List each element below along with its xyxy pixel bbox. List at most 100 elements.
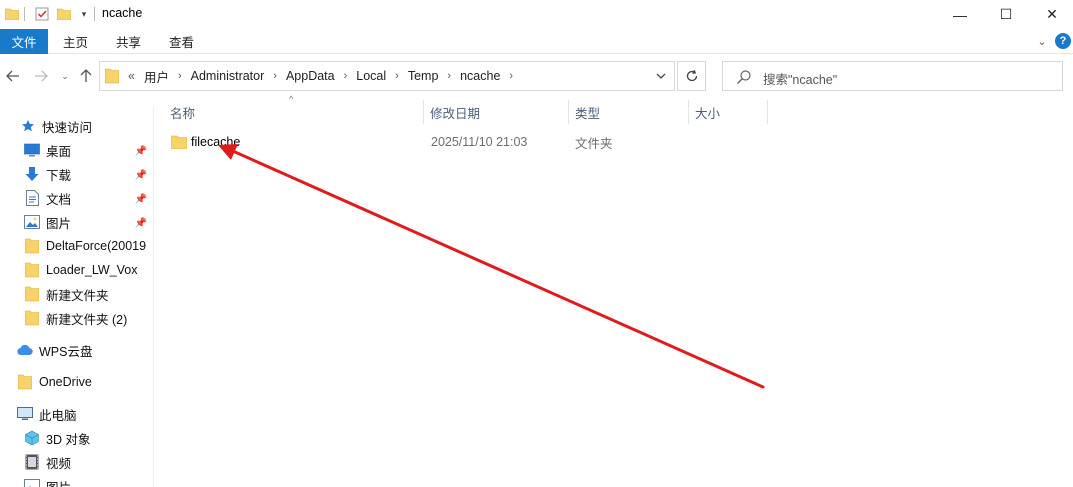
breadcrumb-item-administrator[interactable]: Administrator xyxy=(191,69,265,83)
folder-icon xyxy=(171,131,187,153)
back-arrow-icon[interactable] xyxy=(4,66,22,86)
nav-label: 图片 xyxy=(46,477,71,487)
breadcrumb-item-local[interactable]: Local xyxy=(356,69,386,83)
folder-icon xyxy=(24,310,40,326)
pin-icon[interactable]: 📌 xyxy=(135,145,147,157)
nav-item-new-folder[interactable]: 新建文件夹 xyxy=(0,283,152,305)
nav-label: WPS云盘 xyxy=(39,344,93,359)
chevron-right-icon[interactable]: › xyxy=(447,70,451,82)
chevron-right-icon[interactable]: › xyxy=(273,70,277,82)
nav-wps-cloud[interactable]: WPS云盘 xyxy=(0,339,152,361)
nav-label: 文档 xyxy=(46,192,72,207)
folder-icon xyxy=(17,374,33,390)
file-type: 文件夹 xyxy=(575,136,613,151)
ribbon-tabs: 文件 主页 共享 查看 ⌄ ? xyxy=(0,29,1073,54)
breadcrumb-item-ncache[interactable]: ncache xyxy=(460,69,500,83)
nav-item-pictures[interactable]: 图片 xyxy=(0,211,152,233)
minimize-button[interactable]: — xyxy=(937,0,983,29)
folder-icon xyxy=(24,262,40,278)
tab-share[interactable]: 共享 xyxy=(116,29,141,54)
refresh-icon xyxy=(686,69,697,82)
nav-label: 桌面 xyxy=(46,144,72,159)
computer-icon xyxy=(17,406,33,422)
forward-arrow-icon[interactable] xyxy=(32,66,50,86)
file-name[interactable]: filecache xyxy=(191,131,240,153)
title-separator xyxy=(24,7,25,21)
nav-this-pc[interactable]: 此电脑 xyxy=(0,403,152,425)
column-header-size[interactable]: 大小 xyxy=(689,98,767,126)
nav-item-downloads[interactable]: 下载 xyxy=(0,163,152,185)
cloud-icon xyxy=(17,342,33,358)
search-input[interactable]: 搜索"ncache" xyxy=(763,69,837,88)
nav-item-documents[interactable]: 文档 xyxy=(0,187,152,209)
pin-icon[interactable]: 📌 xyxy=(135,193,147,205)
tab-home[interactable]: 主页 xyxy=(63,29,88,54)
download-icon xyxy=(24,166,40,182)
star-icon xyxy=(20,118,36,134)
nav-onedrive[interactable]: OneDrive xyxy=(0,371,152,393)
nav-label: 快速访问 xyxy=(42,120,93,135)
address-bar[interactable]: « 用户 › Administrator › AppData › Local ›… xyxy=(99,61,675,91)
nav-item-loader-lw-vox[interactable]: Loader_LW_Vox xyxy=(0,259,152,281)
nav-quick-access[interactable]: 快速访问 xyxy=(0,115,152,137)
nav-label: 新建文件夹 (2) xyxy=(46,312,128,327)
close-button[interactable]: ✕ xyxy=(1029,0,1073,29)
video-icon xyxy=(24,454,40,470)
up-arrow-icon[interactable] xyxy=(77,66,95,86)
maximize-button[interactable]: ☐ xyxy=(983,0,1029,29)
window-title: ncache xyxy=(102,6,143,20)
pin-icon[interactable]: 📌 xyxy=(135,169,147,181)
document-icon xyxy=(24,190,40,206)
folder-icon xyxy=(24,286,40,302)
navigation-pane: 快速访问 桌面 📌 下载 📌 文档 📌 图片 📌 DeltaForce(2001… xyxy=(0,106,154,487)
column-header-type[interactable]: 类型 xyxy=(569,98,688,126)
3d-objects-icon xyxy=(24,430,40,446)
nav-label: DeltaForce(20019 xyxy=(46,239,147,253)
help-icon[interactable]: ? xyxy=(1055,33,1071,49)
nav-item-deltaforce[interactable]: DeltaForce(20019 xyxy=(0,235,152,257)
chevron-right-icon[interactable]: › xyxy=(344,70,348,82)
nav-label: 此电脑 xyxy=(39,408,77,423)
chevron-down-icon[interactable]: ⌄ xyxy=(1034,33,1050,49)
nav-label: 新建文件夹 xyxy=(46,288,109,303)
address-dropdown-icon[interactable] xyxy=(654,68,668,84)
breadcrumb-item-temp[interactable]: Temp xyxy=(408,69,439,83)
nav-label: 图片 xyxy=(46,216,72,231)
breadcrumb: « 用户 › Administrator › AppData › Local ›… xyxy=(104,62,522,90)
properties-icon[interactable] xyxy=(34,6,50,22)
chevron-right-icon[interactable]: › xyxy=(395,70,399,82)
nav-label: 3D 对象 xyxy=(46,432,91,447)
breadcrumb-item-users[interactable]: 用户 xyxy=(144,67,169,86)
refresh-button[interactable] xyxy=(677,61,706,91)
folder-icon xyxy=(24,238,40,254)
search-box[interactable]: 搜索"ncache" xyxy=(722,61,1063,91)
picture-icon xyxy=(24,478,40,487)
nav-item-3d-objects[interactable]: 3D 对象 xyxy=(0,427,152,449)
chevron-right-icon[interactable]: › xyxy=(178,70,182,82)
breadcrumb-item-appdata[interactable]: AppData xyxy=(286,69,335,83)
nav-label: 视频 xyxy=(46,456,72,471)
column-header-name[interactable]: 名称 xyxy=(164,98,423,126)
customize-quick-access-icon[interactable]: ▾ xyxy=(76,6,92,22)
tab-view[interactable]: 查看 xyxy=(169,29,194,54)
nav-label: OneDrive xyxy=(39,375,92,389)
file-modified: 2025/11/10 21:03 xyxy=(431,135,528,149)
breadcrumb-overflow[interactable]: « xyxy=(128,69,135,83)
pin-icon[interactable]: 📌 xyxy=(135,217,147,229)
column-divider[interactable] xyxy=(767,100,768,124)
nav-item-new-folder-2[interactable]: 新建文件夹 (2) xyxy=(0,307,152,329)
column-header-modified[interactable]: 修改日期 xyxy=(424,98,568,126)
picture-icon xyxy=(24,214,40,230)
folder-icon xyxy=(4,6,20,22)
desktop-icon xyxy=(24,142,40,158)
tab-file[interactable]: 文件 xyxy=(0,29,48,54)
nav-item-desktop[interactable]: 桌面 xyxy=(0,139,152,161)
nav-item-pc-pictures[interactable]: 图片 xyxy=(0,475,152,487)
file-row[interactable]: filecache 2025/11/10 21:03 文件夹 xyxy=(162,131,768,153)
recent-locations-icon[interactable]: ⌄ xyxy=(56,66,74,86)
chevron-right-icon[interactable]: › xyxy=(509,70,513,82)
nav-item-videos[interactable]: 视频 xyxy=(0,451,152,473)
nav-label: 下载 xyxy=(46,168,72,183)
new-folder-icon[interactable] xyxy=(56,6,72,22)
title-bar: ▾ ncache — ☐ ✕ xyxy=(0,0,1073,29)
